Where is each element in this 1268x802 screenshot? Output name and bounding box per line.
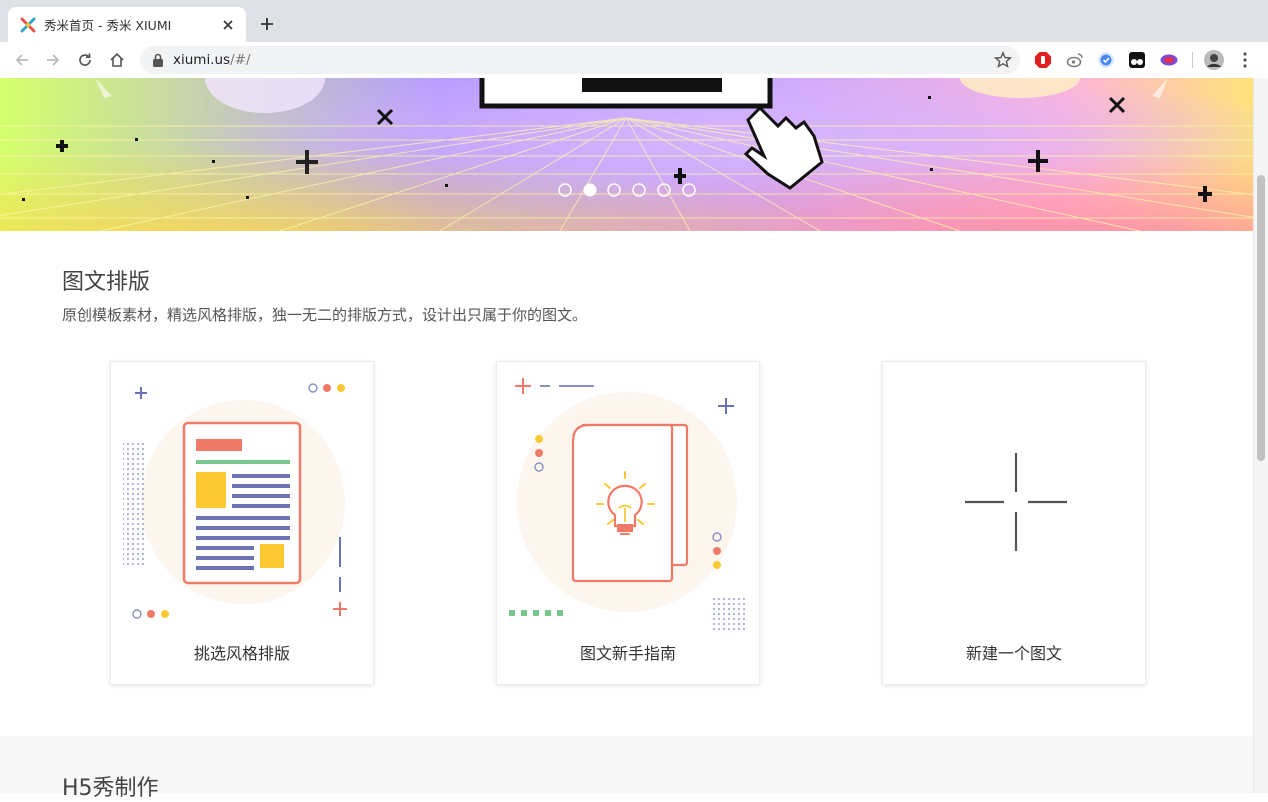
carousel-dot-active[interactable] xyxy=(583,183,597,197)
scrollbar-thumb[interactable] xyxy=(1257,175,1265,461)
tampermonkey-extension-icon[interactable] xyxy=(1128,51,1146,69)
h5-section-band xyxy=(0,736,1253,793)
url-host: xiumi.us xyxy=(173,52,231,68)
section-description: 原创模板素材，精选风格排版，独一无二的排版方式，设计出只属于你的图文。 xyxy=(62,306,588,324)
card-label: 新建一个图文 xyxy=(965,644,1062,663)
adblock-extension-icon[interactable] xyxy=(1034,51,1052,69)
browser-toolbar: xiumi.us/#/ xyxy=(0,42,1268,79)
weibo-extension-icon[interactable] xyxy=(1066,51,1084,69)
lightbulb-book-icon xyxy=(509,378,746,630)
section-title: 图文排版 xyxy=(62,270,151,295)
profile-avatar[interactable] xyxy=(1204,50,1224,70)
reload-icon[interactable] xyxy=(74,49,96,71)
toolbar-separator xyxy=(1192,52,1193,68)
page-scrollbar[interactable] xyxy=(1253,78,1268,793)
card-label: 图文新手指南 xyxy=(579,644,676,663)
tab-title: 秀米首页 - 秀米 XIUMI xyxy=(44,18,172,33)
du-extension-icon[interactable] xyxy=(1160,51,1178,69)
url-path: /#/ xyxy=(230,52,251,68)
plus-crosshair-icon xyxy=(965,453,1067,551)
bookmark-star-icon[interactable] xyxy=(994,51,1012,69)
carousel-dot[interactable] xyxy=(607,183,621,197)
lock-icon xyxy=(153,53,163,67)
hero-banner[interactable] xyxy=(0,78,1253,231)
h5-section-title: H5秀制作 xyxy=(62,776,159,801)
card-new-article[interactable]: 新建一个图文 xyxy=(882,361,1146,685)
card-pick-style[interactable]: 挑选风格排版 xyxy=(110,361,374,685)
xiumi-logo-icon xyxy=(20,17,36,32)
carousel-dot[interactable] xyxy=(558,183,572,197)
carousel-dot[interactable] xyxy=(657,183,671,197)
document-layout-icon xyxy=(123,383,347,619)
menu-kebab-icon[interactable] xyxy=(1236,51,1254,69)
card-label: 挑选风格排版 xyxy=(193,644,290,663)
forward-icon[interactable] xyxy=(42,49,64,71)
address-bar[interactable]: xiumi.us/#/ xyxy=(140,46,1020,74)
close-tab-icon[interactable] xyxy=(218,15,238,35)
tab-strip: 秀米首页 - 秀米 XIUMI xyxy=(0,0,1268,42)
new-tab-icon[interactable] xyxy=(256,13,278,35)
browser-tab[interactable]: 秀米首页 - 秀米 XIUMI xyxy=(8,7,246,42)
card-beginner-guide[interactable]: 图文新手指南 xyxy=(496,361,760,685)
carousel-dot[interactable] xyxy=(682,183,696,197)
carousel-dot[interactable] xyxy=(632,183,646,197)
translate-extension-icon[interactable] xyxy=(1097,51,1115,69)
home-icon[interactable] xyxy=(106,49,128,71)
back-icon[interactable] xyxy=(11,49,33,71)
url-text: xiumi.us/#/ xyxy=(173,52,251,68)
carousel-dots xyxy=(558,183,696,197)
